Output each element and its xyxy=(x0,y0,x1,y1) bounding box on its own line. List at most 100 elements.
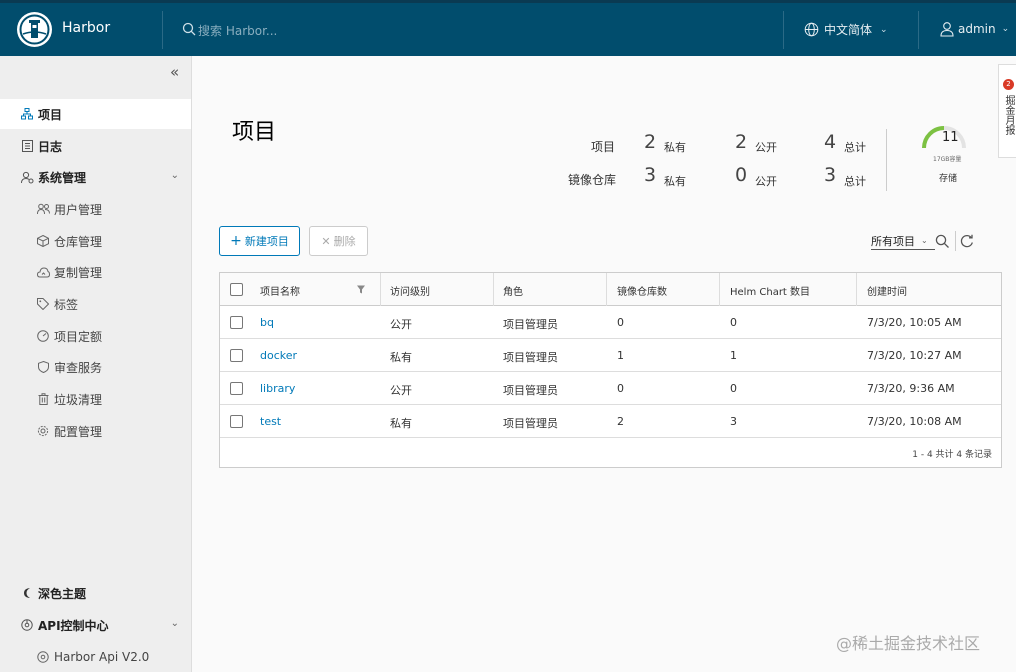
sidebar-item-registries[interactable]: 仓库管理 xyxy=(0,226,191,256)
sidebar-item-projects[interactable]: 项目 xyxy=(0,99,191,129)
sidebar-item-label: 复制管理 xyxy=(54,265,103,280)
sidebar-item-api-center[interactable]: API控制中心 ⌄ xyxy=(0,610,191,640)
harbor-logo-icon[interactable] xyxy=(17,12,52,47)
sidebar-item-label: 系统管理 xyxy=(38,170,87,185)
column-header-charts[interactable]: Helm Chart 数目 xyxy=(730,283,810,298)
project-name-link[interactable]: test xyxy=(260,415,281,428)
sidebar-item-label: 配置管理 xyxy=(54,424,103,439)
toolbar-divider xyxy=(955,231,956,251)
username: admin xyxy=(958,22,996,36)
stat-repo-total: 3 xyxy=(824,164,837,186)
project-filter-select[interactable]: 所有项目 ⌄ xyxy=(871,232,935,250)
cell-charts: 1 xyxy=(730,349,737,362)
table-row: library 公开 项目管理员 0 0 7/3/20, 9:36 AM xyxy=(220,372,1001,405)
column-header-name[interactable]: 项目名称 xyxy=(260,283,300,298)
sidebar-item-label: 用户管理 xyxy=(54,202,103,217)
watermark: @稀土掘金技术社区 xyxy=(836,634,981,653)
collapse-sidebar-icon[interactable]: « xyxy=(170,63,179,81)
projects-icon xyxy=(20,107,34,121)
side-tab-label: 掘金月报 xyxy=(1003,95,1014,135)
cell-role: 项目管理员 xyxy=(503,384,558,397)
cell-role: 项目管理员 xyxy=(503,417,558,430)
row-checkbox[interactable] xyxy=(230,415,243,428)
cell-created: 7/3/20, 10:27 AM xyxy=(867,349,962,362)
quota-icon xyxy=(36,329,50,343)
brand-name[interactable]: Harbor xyxy=(62,20,110,36)
cell-created: 7/3/20, 9:36 AM xyxy=(867,382,955,395)
sidebar-item-label: 项目 xyxy=(38,107,63,122)
table-header: 项目名称 访问级别 角色 镜像仓库数 Helm Chart 数目 创建时间 xyxy=(220,273,1001,306)
stat-repo-label: 镜像仓库 xyxy=(568,173,617,187)
sidebar-item-quotas[interactable]: 项目定额 xyxy=(0,321,191,351)
column-divider xyxy=(606,273,607,306)
language-selector[interactable]: 中文简体 ⌄ xyxy=(804,21,888,38)
sidebar-item-labels[interactable]: 标签 xyxy=(0,289,191,319)
column-divider xyxy=(380,273,381,306)
row-checkbox[interactable] xyxy=(230,349,243,362)
monthly-report-tab[interactable]: 2 掘金月报 xyxy=(998,64,1016,158)
sidebar-item-label: 仓库管理 xyxy=(54,234,103,249)
cell-repos: 0 xyxy=(617,316,624,329)
chevron-down-icon: ⌄ xyxy=(170,170,179,181)
sidebar-item-gc[interactable]: 垃圾清理 xyxy=(0,384,191,414)
column-header-role[interactable]: 角色 xyxy=(503,283,523,298)
table-row: bq 公开 项目管理员 0 0 7/3/20, 10:05 AM xyxy=(220,306,1001,339)
refresh-icon[interactable] xyxy=(960,234,974,248)
sidebar-item-label: 项目定额 xyxy=(54,329,103,344)
header-divider xyxy=(162,11,163,49)
column-header-created[interactable]: 创建时间 xyxy=(867,283,907,298)
cell-repos: 0 xyxy=(617,382,624,395)
replication-icon xyxy=(36,265,50,279)
dark-theme-toggle[interactable]: 深色主题 xyxy=(0,578,191,608)
trash-icon xyxy=(36,392,50,406)
moon-icon xyxy=(20,586,34,600)
delete-button[interactable]: ✕ 删除 xyxy=(309,226,368,256)
stat-unit: 公开 xyxy=(755,175,777,188)
global-search-input[interactable] xyxy=(198,21,458,41)
cell-access: 公开 xyxy=(390,384,412,397)
project-name-link[interactable]: docker xyxy=(260,349,297,362)
globe-icon xyxy=(804,22,819,37)
notification-badge: 2 xyxy=(1003,79,1014,90)
sidebar-item-replications[interactable]: 复制管理 xyxy=(0,257,191,287)
chevron-down-icon: ⌄ xyxy=(880,24,888,35)
sidebar-item-config[interactable]: 配置管理 xyxy=(0,416,191,446)
cell-access: 私有 xyxy=(390,417,412,430)
project-name-link[interactable]: library xyxy=(260,382,295,395)
theme-label: 深色主题 xyxy=(38,586,87,601)
new-project-button[interactable]: + 新建项目 xyxy=(219,226,300,256)
column-header-repos[interactable]: 镜像仓库数 xyxy=(617,283,667,298)
sidebar-item-admin[interactable]: 系统管理 ⌄ xyxy=(0,162,191,192)
project-name-link[interactable]: bq xyxy=(260,316,274,329)
cell-role: 项目管理员 xyxy=(503,351,558,364)
stat-unit: 私有 xyxy=(664,141,686,154)
header-divider xyxy=(918,11,919,49)
cell-access: 公开 xyxy=(390,318,412,331)
cell-role: 项目管理员 xyxy=(503,318,558,331)
column-divider xyxy=(856,273,857,306)
sidebar-item-interrogation[interactable]: 审查服务 xyxy=(0,352,191,382)
cell-charts: 0 xyxy=(730,316,737,329)
sidebar-item-label: Harbor Api V2.0 xyxy=(54,650,150,664)
user-menu[interactable]: admin ⌄ xyxy=(939,21,1009,37)
row-checkbox[interactable] xyxy=(230,316,243,329)
cell-access: 私有 xyxy=(390,351,412,364)
sidebar-item-api-v2[interactable]: Harbor Api V2.0 xyxy=(0,642,191,672)
stat-unit: 总计 xyxy=(844,175,866,188)
sidebar-item-label: API控制中心 xyxy=(38,618,109,633)
cell-charts: 0 xyxy=(730,382,737,395)
column-divider xyxy=(719,273,720,306)
column-header-access[interactable]: 访问级别 xyxy=(390,283,430,298)
search-icon[interactable] xyxy=(935,234,950,249)
table-row: docker 私有 项目管理员 1 1 7/3/20, 10:27 AM xyxy=(220,339,1001,372)
shield-icon xyxy=(36,360,50,374)
main-content: 项目 项目 2 私有 2 公开 4 总计 镜像仓库 3 私有 0 公开 3 总计… xyxy=(192,56,1016,672)
filter-icon[interactable] xyxy=(357,285,365,294)
close-icon: ✕ xyxy=(321,234,331,248)
sidebar-item-logs[interactable]: 日志 xyxy=(0,131,191,161)
select-all-checkbox[interactable] xyxy=(230,283,243,296)
stat-project-public: 2 xyxy=(735,131,748,153)
row-checkbox[interactable] xyxy=(230,382,243,395)
filter-label: 所有项目 xyxy=(871,234,915,248)
sidebar-item-users[interactable]: 用户管理 xyxy=(0,194,191,224)
